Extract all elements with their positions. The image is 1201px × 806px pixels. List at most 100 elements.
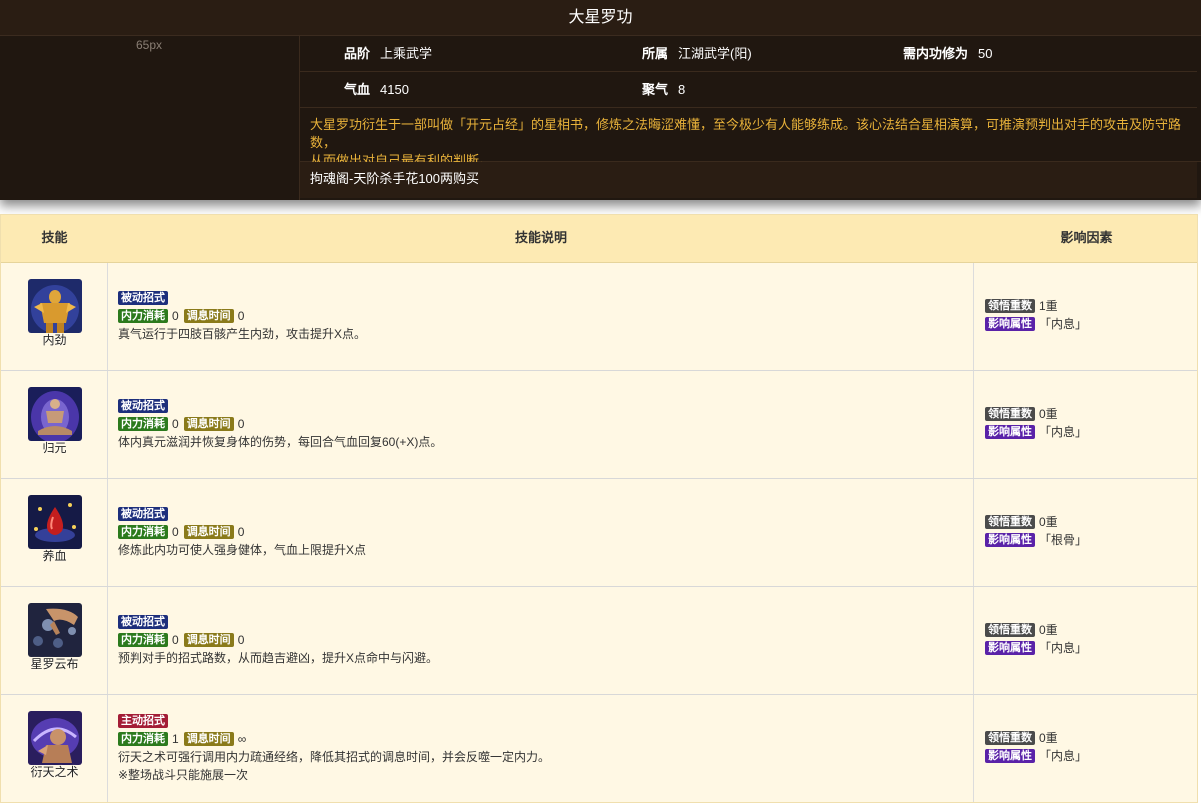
attribute-tag: 影响属性 [985, 749, 1035, 763]
table-row: 养血 被动招式 内力消耗 0 调息时间 0 修炼此内功可使人强身健体，气血上限提升X点… [1, 479, 1197, 587]
star-hand-icon[interactable] [28, 603, 82, 657]
skills-table: 技能 技能说明 影响因素 内劲 被动招式 内力消耗 0 调息时间 0 真气运行于… [0, 214, 1198, 803]
cooldown-value: 0 [237, 309, 245, 323]
acquisition-source: 拘魂阁-天阶杀手花100两购买 [300, 162, 1197, 198]
belong-label: 所属 [642, 46, 669, 61]
skill-cell: 归元 [1, 371, 108, 478]
level-value: 0重 [1039, 623, 1058, 637]
level-tag: 领悟重数 [985, 407, 1035, 421]
belong-value: 江湖武学(阳) [678, 46, 752, 61]
skill-type-tag: 主动招式 [118, 714, 168, 728]
mp-cost-tag: 内力消耗 [118, 732, 168, 746]
skill-detail-cell: 被动招式 内力消耗 0 调息时间 0 修炼此内功可使人强身健体，气血上限提升X点 [108, 479, 974, 586]
skill-name: 内劲 [42, 333, 67, 347]
factors-cell: 领悟重数 1重 影响属性 「内息」 [974, 263, 1199, 370]
skill-type-tag: 被动招式 [118, 399, 168, 413]
golden-fighter-icon[interactable] [28, 279, 82, 333]
level-tag: 领悟重数 [985, 515, 1035, 529]
skill-description: 预判对手的招式路数，从而趋吉避凶，提升X点命中与闪避。 [118, 651, 439, 665]
requirement-value: 50 [978, 46, 993, 61]
skill-cell: 星罗云布 [1, 587, 108, 694]
skill-detail-cell: 被动招式 内力消耗 0 调息时间 0 预判对手的招式路数，从而趋吉避凶，提升X点命中与… [108, 587, 974, 694]
skill-note: ※整场战斗只能施展一次 [118, 768, 249, 782]
cooldown-tag: 调息时间 [183, 633, 234, 647]
mp-cost-tag: 内力消耗 [118, 309, 168, 323]
skill-type-tag: 被动招式 [118, 507, 168, 521]
skill-name: 养血 [42, 549, 67, 563]
level-tag: 领悟重数 [985, 731, 1035, 745]
skill-detail-cell: 被动招式 内力消耗 0 调息时间 0 体内真元滋润并恢复身体的伤势，每回合气血回复60… [108, 371, 974, 478]
cooldown-tag: 调息时间 [183, 732, 234, 746]
belong-cell: 所属 江湖武学(阳) [642, 36, 752, 72]
grade-value: 上乘武学 [380, 46, 433, 61]
mp-cost-tag: 内力消耗 [118, 633, 168, 647]
level-value: 1重 [1039, 299, 1058, 313]
mp-cost-value: 0 [172, 417, 179, 431]
kungfu-title: 大星罗功 [0, 0, 1201, 36]
table-row: 内劲 被动招式 内力消耗 0 调息时间 0 真气运行于四肢百骸产生内劲，攻击提升X点。… [1, 263, 1197, 371]
attribute-value: 「内息」 [1039, 317, 1088, 331]
skill-cell: 养血 [1, 479, 108, 586]
attribute-tag: 影响属性 [985, 533, 1035, 547]
info-row-2: 气血 4150 聚气 8 [300, 72, 1197, 108]
info-row-1: 品阶 上乘武学 所属 江湖武学(阳) 需内功修为 50 [300, 36, 1197, 72]
skill-cell: 衍天之术 [1, 695, 108, 802]
factors-cell: 领悟重数 0重 影响属性 「根骨」 [974, 479, 1199, 586]
attribute-value: 「内息」 [1039, 749, 1088, 763]
grade-cell: 品阶 上乘武学 [344, 36, 432, 72]
mp-cost-tag: 内力消耗 [118, 525, 168, 539]
skill-name: 星罗云布 [30, 657, 79, 671]
skill-detail-cell: 被动招式 内力消耗 0 调息时间 0 真气运行于四肢百骸产生内劲，攻击提升X点。 [108, 263, 974, 370]
factors-cell: 领悟重数 0重 影响属性 「内息」 [974, 695, 1199, 802]
skill-description: 真气运行于四肢百骸产生内劲，攻击提升X点。 [118, 327, 367, 341]
hp-label: 气血 [344, 82, 371, 97]
factors-cell: 领悟重数 0重 影响属性 「内息」 [974, 587, 1199, 694]
attribute-tag: 影响属性 [985, 317, 1035, 331]
level-value: 0重 [1039, 515, 1058, 529]
skill-type-tag: 被动招式 [118, 291, 168, 305]
kungfu-image-area: 65px [0, 36, 300, 200]
blood-drop-icon[interactable] [28, 495, 82, 549]
skill-name: 归元 [42, 441, 67, 455]
table-row: 衍天之术 主动招式 内力消耗 1 调息时间 ∞ 衍天之术可强行调用内力疏通经络，降低其… [1, 695, 1197, 802]
requirement-label: 需内功修为 [903, 46, 969, 61]
attribute-value: 「内息」 [1039, 641, 1088, 655]
divination-icon[interactable] [28, 711, 82, 765]
level-value: 0重 [1039, 731, 1058, 745]
skill-description: 修炼此内功可使人强身健体，气血上限提升X点 [118, 543, 367, 557]
cooldown-tag: 调息时间 [183, 309, 234, 323]
requirement-cell: 需内功修为 50 [903, 36, 992, 72]
kungfu-info-card: 大星罗功 65px 品阶 上乘武学 所属 江湖武学(阳) 需内功修为 50 气血 415… [0, 0, 1201, 200]
hp-value: 4150 [380, 82, 409, 97]
mp-cost-value: 1 [172, 732, 179, 746]
attribute-value: 「根骨」 [1039, 533, 1088, 547]
skill-description: 体内真元滋润并恢复身体的伤势，每回合气血回复60(+X)点。 [118, 435, 443, 449]
header-skill: 技能 [41, 230, 68, 245]
mp-cost-value: 0 [172, 309, 179, 323]
attribute-value: 「内息」 [1039, 425, 1088, 439]
cooldown-value: 0 [237, 417, 245, 431]
cooldown-tag: 调息时间 [183, 525, 234, 539]
skill-cell: 内劲 [1, 263, 108, 370]
level-tag: 领悟重数 [985, 299, 1035, 313]
table-row: 归元 被动招式 内力消耗 0 调息时间 0 体内真元滋润并恢复身体的伤势，每回合气血回… [1, 371, 1197, 479]
header-skill-description: 技能说明 [514, 230, 567, 245]
table-header: 技能 技能说明 影响因素 [1, 215, 1197, 263]
description-line-1: 大星罗功衍生于一部叫做「开元占经」的星相书，修炼之法晦涩难懂，至今极少有人能够练… [310, 117, 1182, 150]
level-tag: 领悟重数 [985, 623, 1035, 637]
mp-cost-value: 0 [172, 633, 179, 647]
qi-cell: 聚气 8 [642, 72, 685, 108]
cooldown-value: 0 [237, 525, 245, 539]
factors-cell: 领悟重数 0重 影响属性 「内息」 [974, 371, 1199, 478]
level-value: 0重 [1039, 407, 1058, 421]
skill-type-tag: 被动招式 [118, 615, 168, 629]
header-factors: 影响因素 [1060, 230, 1113, 245]
meditating-monk-icon[interactable] [28, 387, 82, 441]
attribute-tag: 影响属性 [985, 641, 1035, 655]
mp-cost-value: 0 [172, 525, 179, 539]
cooldown-value: 0 [237, 633, 245, 647]
skill-name: 衍天之术 [30, 765, 79, 779]
table-row: 星罗云布 被动招式 内力消耗 0 调息时间 0 预判对手的招式路数，从而趋吉避凶，提升… [1, 587, 1197, 695]
attribute-tag: 影响属性 [985, 425, 1035, 439]
grade-label: 品阶 [344, 46, 371, 61]
